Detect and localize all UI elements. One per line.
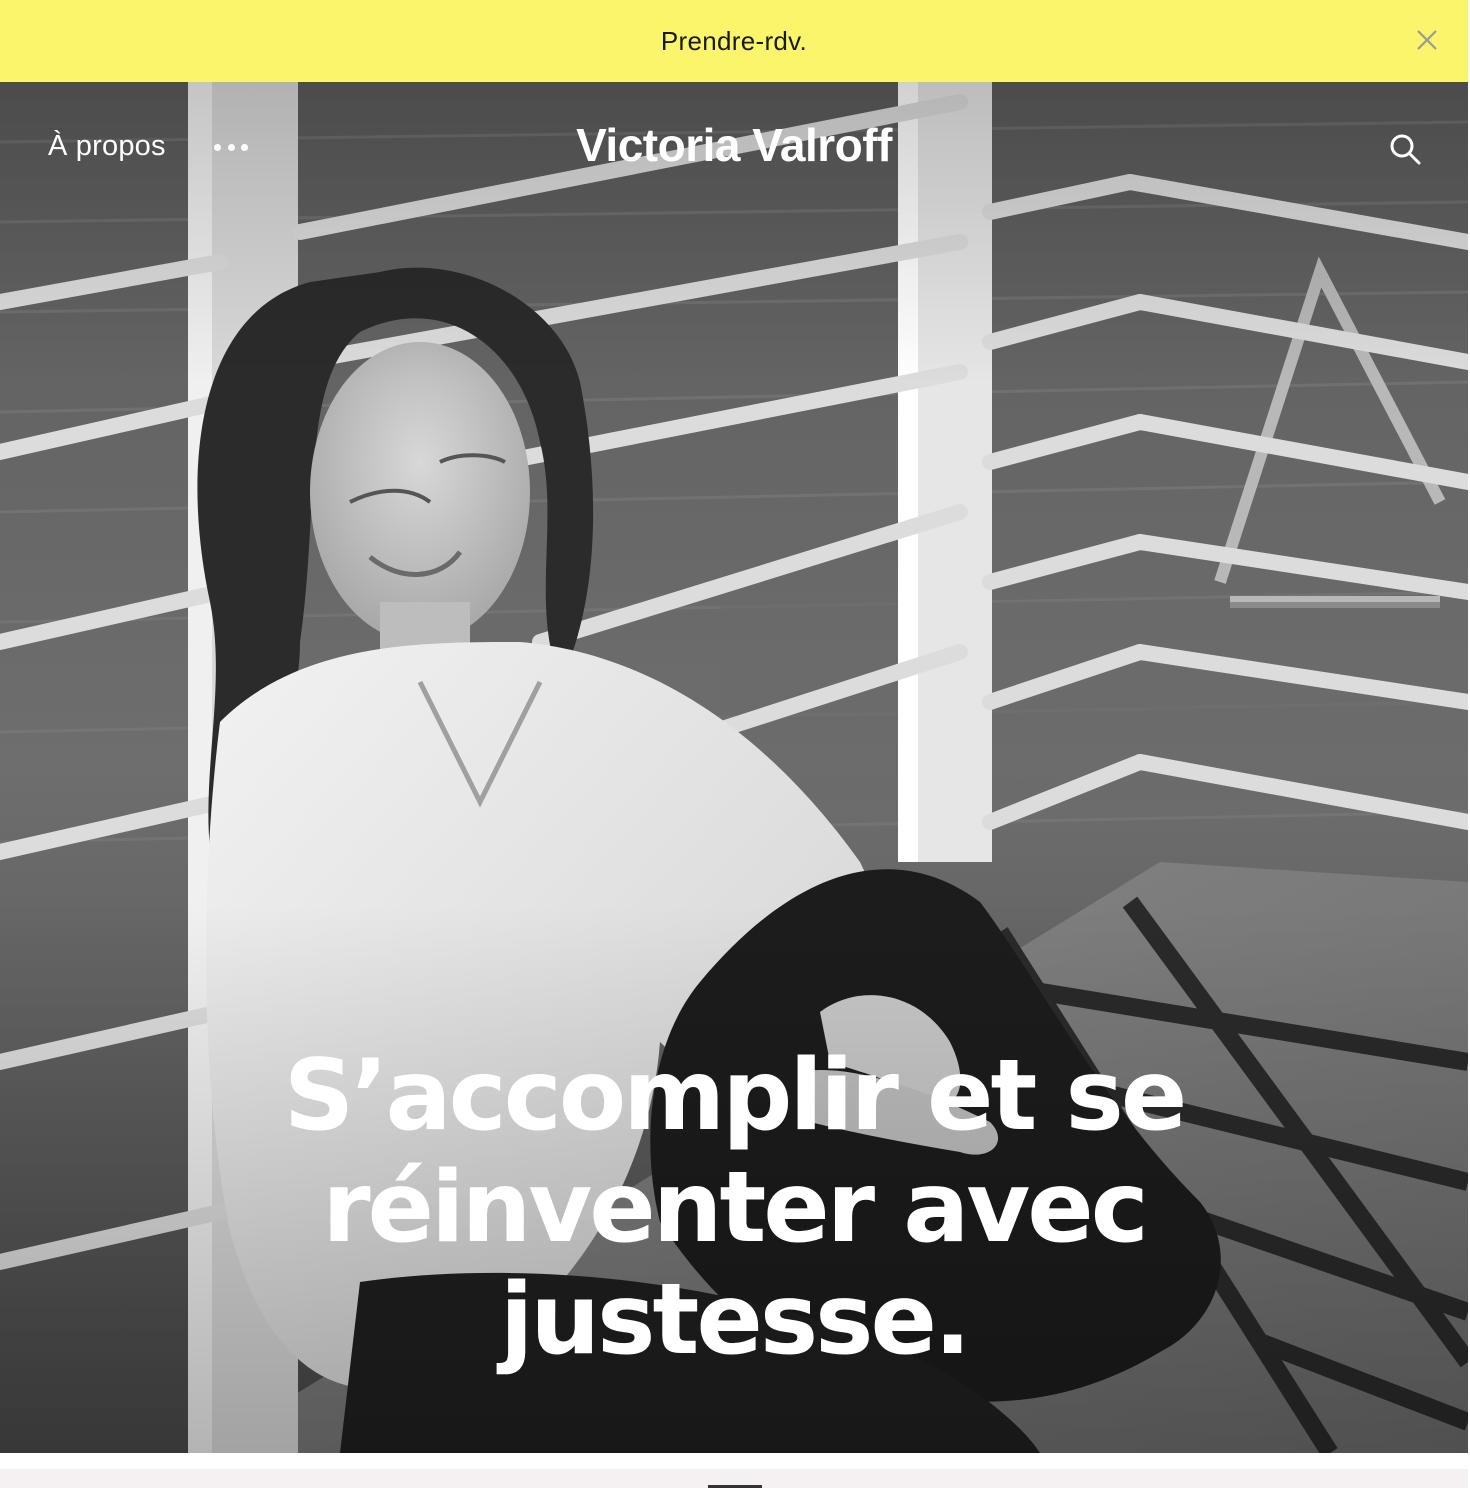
hero-headline-line-2: réinventer avec bbox=[322, 1151, 1149, 1265]
site-header: À propos Victoria Valroff bbox=[0, 82, 1468, 216]
announcement-bar: Prendre-rdv. bbox=[0, 0, 1468, 82]
search-icon[interactable] bbox=[1388, 132, 1422, 166]
site-title[interactable]: Victoria Valroff bbox=[0, 118, 1468, 172]
hero-headline: S’accomplir et se réinventer avec justes… bbox=[200, 1040, 1268, 1376]
book-appointment-link[interactable]: Prendre-rdv. bbox=[661, 26, 807, 57]
site-title-text: Victoria Valroff bbox=[576, 119, 892, 171]
page: Prendre-rdv. À propos Victoria Valroff S… bbox=[0, 0, 1470, 1488]
hero-headline-line-3: justesse. bbox=[499, 1263, 971, 1377]
next-section-edge bbox=[0, 1453, 1470, 1488]
hero-headline-line-1: S’accomplir et se bbox=[283, 1039, 1188, 1153]
close-icon[interactable] bbox=[1414, 27, 1440, 53]
